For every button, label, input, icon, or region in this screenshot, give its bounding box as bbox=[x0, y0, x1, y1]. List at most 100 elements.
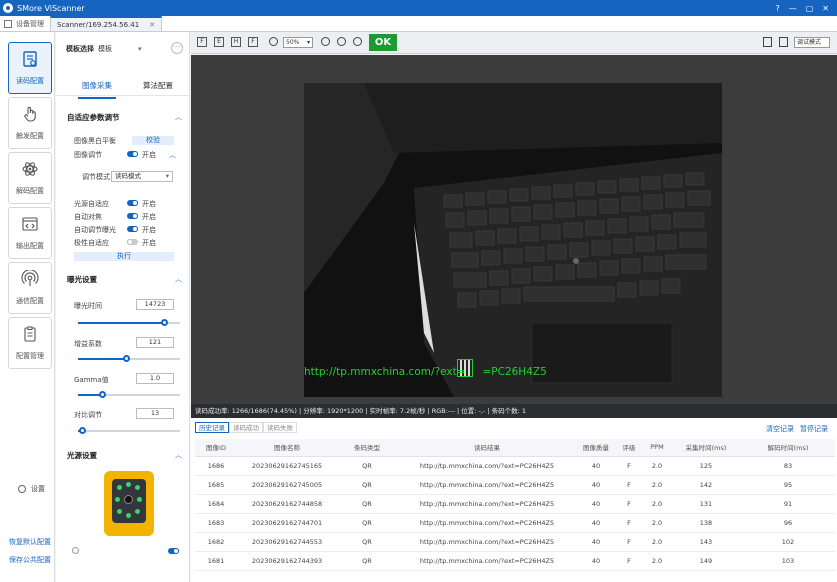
restore-default-link[interactable]: 恢复默认配置 bbox=[9, 537, 51, 547]
column-header[interactable]: 采集时间(ms) bbox=[671, 439, 741, 457]
toolbar-button-2[interactable]: E bbox=[214, 37, 224, 47]
tab-device-manage-label: 设备管理 bbox=[16, 19, 44, 28]
led[interactable] bbox=[135, 509, 140, 514]
minimize-button[interactable]: — bbox=[789, 4, 797, 13]
nav-item-output-config[interactable]: 输出配置 bbox=[8, 207, 52, 259]
table-cell: QR bbox=[337, 475, 397, 495]
led[interactable] bbox=[126, 513, 131, 518]
led[interactable] bbox=[135, 485, 140, 490]
tab-history[interactable]: 历史记录 bbox=[195, 422, 229, 433]
table-row[interactable]: 1683 20230629162744701 QR http://tp.mmxchin… bbox=[195, 513, 835, 533]
column-header[interactable]: 图像ID bbox=[195, 439, 237, 457]
exposure-time-slider[interactable] bbox=[78, 319, 180, 326]
table-row[interactable]: 1684 20230629162744858 QR http://tp.mmxchin… bbox=[195, 494, 835, 514]
nav-item-config-manage[interactable]: 配置管理 bbox=[8, 317, 52, 369]
zoom-fit-icon[interactable] bbox=[337, 37, 346, 46]
table-cell: http://tp.mmxchina.com/?ext=PC26H4Z5 bbox=[397, 456, 577, 476]
table-cell: http://tp.mmxchina.com/?ext=PC26H4Z5 bbox=[397, 532, 577, 552]
layout-icon[interactable] bbox=[779, 37, 788, 47]
led[interactable] bbox=[117, 485, 122, 490]
auto-exposure-toggle[interactable] bbox=[127, 226, 138, 232]
gamma-slider[interactable] bbox=[78, 391, 180, 398]
zoom-select[interactable]: 50% ▾ bbox=[283, 37, 313, 48]
template-select-label: 模板选择 bbox=[66, 45, 94, 53]
nav-item-decode-config[interactable]: 解码配置 bbox=[8, 152, 52, 204]
fullscreen-icon[interactable] bbox=[763, 37, 772, 47]
more-options-button[interactable]: ··· bbox=[171, 42, 183, 54]
table-row[interactable]: 1681 20230629162744393 QR http://tp.mmxchin… bbox=[195, 551, 835, 571]
exposure-time-input[interactable]: 14723 bbox=[136, 299, 174, 310]
table-cell: 125 bbox=[671, 456, 741, 476]
adjust-mode-select[interactable]: 读码模式 ▾ bbox=[111, 171, 173, 182]
auto-light-toggle[interactable] bbox=[127, 200, 138, 206]
column-header[interactable]: 评级 bbox=[615, 439, 643, 457]
maximize-button[interactable]: ▢ bbox=[806, 4, 814, 13]
view-mode-select[interactable]: 调试模式 bbox=[794, 37, 830, 48]
broadcast-icon bbox=[21, 269, 39, 288]
settings-button[interactable]: 设置 bbox=[18, 484, 45, 494]
tab-device-manage[interactable]: 设备管理 bbox=[0, 16, 50, 31]
tab-scanner[interactable]: Scanner/169.254.56.41 ✕ bbox=[50, 16, 163, 31]
gain-slider[interactable] bbox=[78, 355, 180, 362]
chevron-up-icon[interactable]: ︿ bbox=[175, 450, 182, 460]
polarity-toggle[interactable] bbox=[127, 239, 138, 245]
table-row[interactable]: 1682 20230629162744553 QR http://tp.mmxchin… bbox=[195, 532, 835, 552]
exposure-section-title: 曝光设置 bbox=[67, 275, 97, 284]
zoom-out-icon[interactable] bbox=[269, 37, 278, 46]
tab-algorithm-config[interactable]: 算法配置 bbox=[143, 80, 173, 91]
tab-close-icon[interactable]: ✕ bbox=[149, 21, 155, 29]
chevron-up-icon[interactable]: ︿ bbox=[175, 112, 182, 122]
nav-item-read-config[interactable]: 读码配置 bbox=[8, 42, 52, 94]
auto-focus-toggle[interactable] bbox=[127, 213, 138, 219]
table-cell: QR bbox=[337, 532, 397, 552]
app-logo-icon bbox=[3, 3, 13, 13]
contrast-input[interactable]: 13 bbox=[136, 408, 174, 419]
led[interactable] bbox=[115, 497, 120, 502]
table-row[interactable]: 1685 20230629162745005 QR http://tp.mmxchin… bbox=[195, 475, 835, 495]
light-source-diagram[interactable] bbox=[104, 471, 154, 536]
tab-read-success[interactable]: 读码成功 bbox=[229, 422, 263, 433]
chevron-up-icon[interactable]: ︿ bbox=[169, 150, 176, 160]
polarity-label: 极性自适应 bbox=[74, 239, 109, 247]
status-bar: 读码成功率: 1266/1686(74.45%) | 分辨率: 1920*120… bbox=[191, 404, 837, 418]
toolbar-button-1[interactable]: F bbox=[197, 37, 207, 47]
tab-read-fail[interactable]: 读码失败 bbox=[263, 422, 297, 433]
light-radio[interactable] bbox=[72, 547, 79, 554]
help-icon[interactable]: ? bbox=[775, 4, 779, 13]
table-row[interactable]: 1686 20230629162745165 QR http://tp.mmxchin… bbox=[195, 456, 835, 476]
light-toggle[interactable] bbox=[168, 548, 179, 554]
contrast-slider[interactable] bbox=[78, 427, 180, 434]
column-header[interactable]: 条码类型 bbox=[337, 439, 397, 457]
gain-input[interactable]: 121 bbox=[136, 337, 174, 348]
clear-records-button[interactable]: 清空记录 bbox=[766, 424, 794, 434]
table-cell: 20230629162744858 bbox=[237, 494, 337, 514]
camera-viewer[interactable]: http://tp.mmxchina.com/?ext= =PC26H4Z5 bbox=[191, 55, 837, 404]
settings-label: 设置 bbox=[31, 485, 45, 493]
results-panel: 历史记录 读码成功 读码失败 清空记录 暂停记录 图像ID 图像名称 条码类型 … bbox=[191, 418, 837, 582]
calibrate-button[interactable]: 校验 bbox=[132, 136, 174, 145]
zoom-in-icon[interactable] bbox=[321, 37, 330, 46]
led[interactable] bbox=[137, 497, 142, 502]
column-header[interactable]: 读码结果 bbox=[397, 439, 577, 457]
gamma-input[interactable]: 1.0 bbox=[136, 373, 174, 384]
save-public-config-link[interactable]: 保存公共配置 bbox=[9, 555, 51, 565]
led[interactable] bbox=[117, 509, 122, 514]
led[interactable] bbox=[126, 482, 131, 487]
column-header[interactable]: 图像名称 bbox=[237, 439, 337, 457]
chevron-up-icon[interactable]: ︿ bbox=[175, 274, 182, 284]
column-header[interactable]: 图像质量 bbox=[577, 439, 615, 457]
nav-item-trigger-config[interactable]: 触发配置 bbox=[8, 97, 52, 149]
image-adjust-toggle[interactable] bbox=[127, 151, 138, 157]
column-header[interactable]: 解码时间(ms) bbox=[741, 439, 835, 457]
template-select[interactable]: 模板选择 模板 ▾ bbox=[66, 44, 142, 54]
pause-records-button[interactable]: 暂停记录 bbox=[800, 424, 828, 434]
nav-item-comm-config[interactable]: 通信配置 bbox=[8, 262, 52, 314]
table-cell: QR bbox=[337, 494, 397, 514]
close-button[interactable]: ✕ bbox=[822, 4, 829, 13]
tab-image-capture[interactable]: 图像采集 bbox=[78, 80, 116, 99]
apply-button[interactable]: 执行 bbox=[74, 252, 174, 261]
zoom-reset-icon[interactable] bbox=[353, 37, 362, 46]
toolbar-button-4[interactable]: F bbox=[248, 37, 258, 47]
toolbar-button-3[interactable]: H bbox=[231, 37, 241, 47]
column-header[interactable]: PPM bbox=[643, 439, 671, 457]
